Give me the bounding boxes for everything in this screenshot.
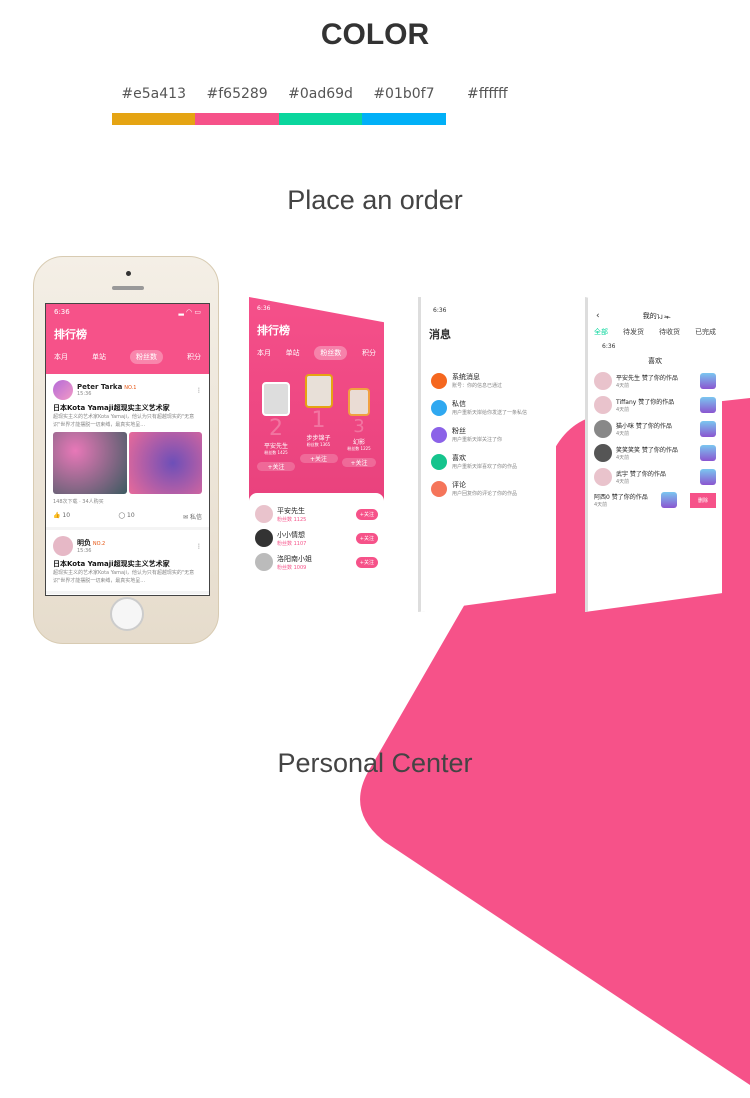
tab-bar: 本月 单站 粉丝数 积分	[54, 350, 201, 364]
phone-screen: 6:36 ▂ ◠ ▭ 排行榜 本月 单站 粉丝数 积分 Peter Tarka N…	[45, 303, 210, 596]
header: 6:36 ▂ ◠ ▭ 排行榜 本月 单站 粉丝数 积分	[46, 304, 209, 374]
list-item[interactable]: Tiffany 赞了你的作品 4天前	[594, 396, 716, 414]
swatch: #f65289	[195, 86, 279, 125]
orders-screen: ‹ 我的订单 全部 待发货 待收货 已完成 6:36 喜欢 平安先生 赞了你的作品 4天前…	[585, 297, 722, 612]
color-palette: #e5a413 #f65289 #0ad69d #01b0f7 #ffffff	[112, 86, 530, 125]
post-card[interactable]: 明负 NO.2 15:36 ⋮ 日本Kota Yamaji超现实主义艺术家 超现实主…	[46, 530, 209, 594]
phone-mockup: 6:36 ▂ ◠ ▭ 排行榜 本月 单站 粉丝数 积分 Peter Tarka N…	[33, 256, 219, 644]
ranking-list: 平安先生 粉丝数 1125 +关注 小小情想 粉丝数 1107 +关注 洛阳南小姐 粉丝数…	[249, 493, 384, 612]
list-item[interactable]: 平安先生 粉丝数 1125 +关注	[255, 505, 378, 523]
section-title-personal: Personal Center	[277, 748, 473, 778]
swatch: #0ad69d	[278, 86, 363, 125]
swatch: #ffffff	[445, 86, 530, 125]
page-title: 排行榜	[54, 328, 87, 341]
list-item[interactable]: 洛阳南小姐 粉丝数 1009 +关注	[255, 553, 378, 571]
back-icon[interactable]: ‹	[596, 311, 600, 321]
post-images[interactable]	[53, 432, 202, 494]
message-item[interactable]: 系统消息 账号：你的信息已通过	[431, 372, 556, 389]
list-item[interactable]: 小小情想 粉丝数 1107 +关注	[255, 529, 378, 547]
tab-single[interactable]: 单站	[92, 352, 106, 362]
swatch: #01b0f7	[362, 86, 446, 125]
tab-month[interactable]: 本月	[54, 352, 68, 362]
post-card[interactable]: Peter Tarka NO.1 15:36 ⋮ 日本Kota Yamaji超现实主…	[46, 374, 209, 530]
message-item[interactable]: 评论 用户回复你的评论了你的作品	[431, 480, 556, 497]
status-time: 6:36	[54, 308, 70, 316]
list-item[interactable]: 猫小咪 赞了你的作品 4天前	[594, 420, 716, 438]
list-item[interactable]: 武宇 赞了你的作品 4天前	[594, 468, 716, 486]
message-item[interactable]: 私信 用户重新天岸给你发送了一条私信	[431, 399, 556, 416]
more-icon[interactable]: ⋮	[196, 543, 202, 550]
swatch: #e5a413	[112, 86, 196, 125]
mail-icon	[431, 399, 447, 416]
message-item[interactable]: 喜欢 用户重新天岸喜欢了你的作品	[431, 453, 556, 470]
camera	[126, 271, 131, 276]
message-button[interactable]: ✉ 私信	[183, 512, 202, 521]
list-item[interactable]: 平安先生 赞了你的作品 4天前	[594, 372, 716, 390]
list-item[interactable]: 阿西0 赞了你的作品 4天前 删除	[594, 492, 716, 508]
avatar[interactable]	[53, 380, 73, 400]
user-icon	[431, 426, 447, 443]
tab-fans[interactable]: 粉丝数	[130, 350, 163, 364]
section-title-order: Place an order	[287, 185, 463, 215]
battery-icon: ▂ ◠ ▭	[178, 308, 201, 316]
message-item[interactable]: 粉丝 用户重新天岸关注了你	[431, 426, 556, 443]
podium: 2 平安先生 粉丝数 1425 +关注 1 步步锦子 粉丝数 1365 +关注 3 幻影 粉丝数…	[257, 374, 376, 471]
comment-icon	[431, 480, 447, 497]
avatar[interactable]	[53, 536, 73, 556]
home-button[interactable]	[110, 597, 144, 631]
speaker	[112, 286, 144, 290]
tab-points[interactable]: 积分	[187, 352, 201, 362]
bell-icon	[431, 372, 447, 389]
list-item[interactable]: 笑笑笑笑 赞了你的作品 4天前	[594, 444, 716, 462]
thumbs-up-icon	[431, 453, 447, 470]
ranking-screen: 6:36 排行榜 本月 单站 粉丝数 积分 2 平安先生 粉丝数 1425 +关注 1 步步锦…	[249, 297, 384, 612]
more-icon[interactable]: ⋮	[196, 387, 202, 394]
like-button[interactable]: 👍 10	[53, 512, 70, 521]
color-heading: COLOR	[320, 18, 430, 51]
delete-button[interactable]: 删除	[689, 492, 716, 508]
rank-badge: NO.1	[124, 385, 137, 391]
messages-screen: 6:36 消息 系统消息 账号：你的信息已通过 私信 用户重新天岸给你发送了一条私信…	[418, 297, 556, 612]
comment-button[interactable]: ◯ 10	[118, 512, 134, 521]
